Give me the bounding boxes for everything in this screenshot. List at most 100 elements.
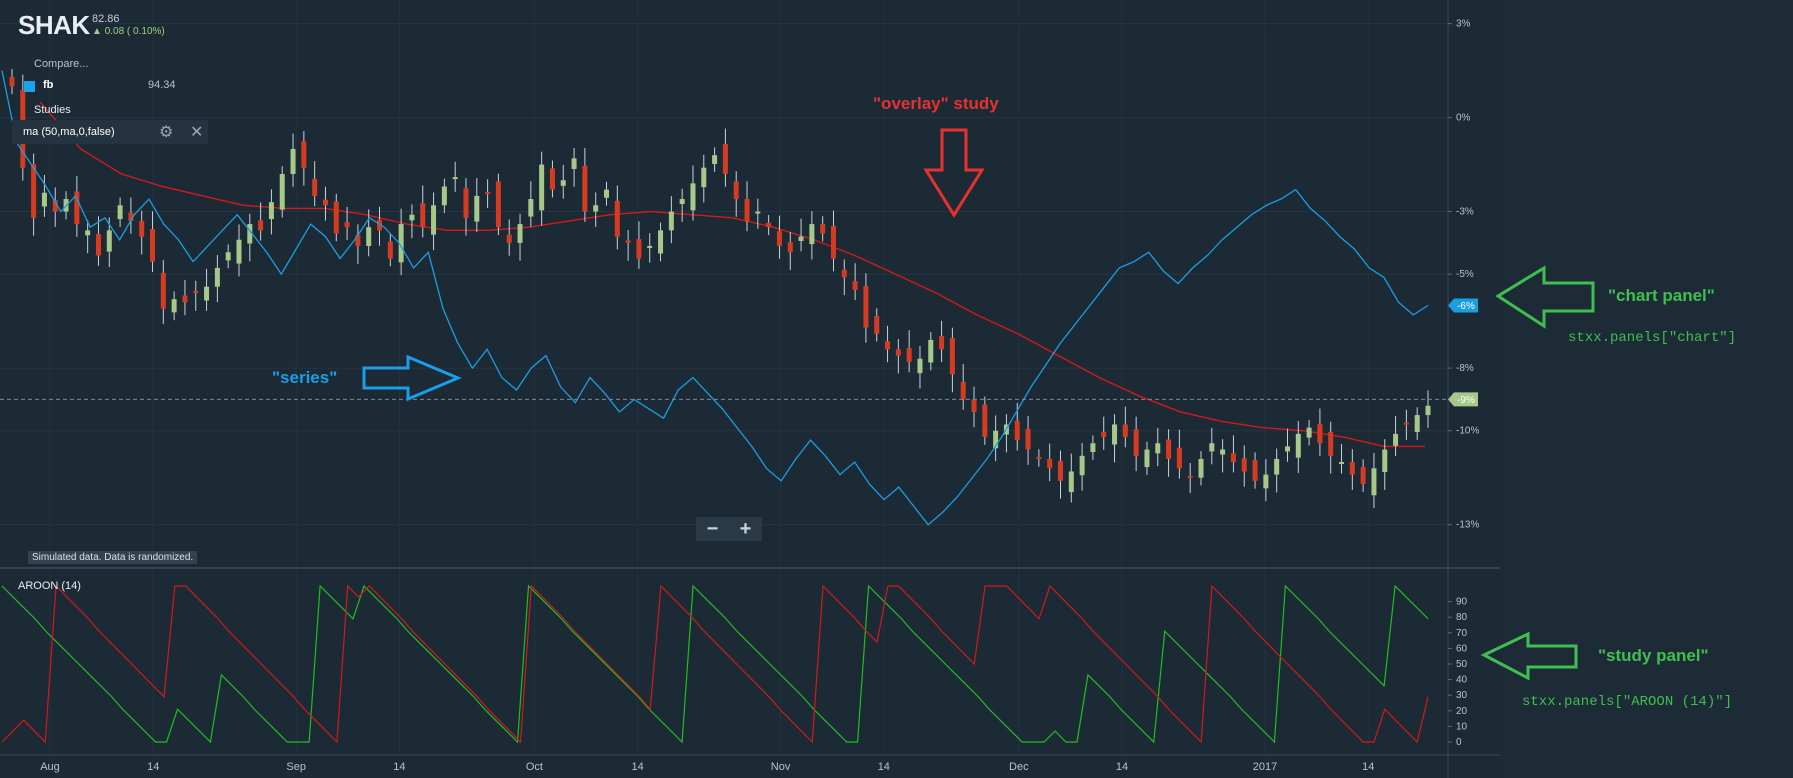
candle-body xyxy=(31,163,37,218)
candle-body xyxy=(701,167,707,188)
study-legend-label: ma (50,ma,0,false) xyxy=(23,126,115,138)
candle-body xyxy=(1241,458,1247,472)
price-tick-label: -3% xyxy=(1456,207,1474,218)
time-tick-label: Aug xyxy=(40,761,60,773)
candle-body xyxy=(1014,420,1020,441)
candle-body xyxy=(171,299,177,313)
chart-panel-code: stxx.panels["chart"] xyxy=(1568,330,1737,346)
time-tick-label: Dec xyxy=(1009,761,1029,773)
candle-body xyxy=(647,245,653,248)
candle-body xyxy=(917,358,923,374)
candle-body xyxy=(939,336,945,350)
candle-body xyxy=(722,143,728,174)
candle-body xyxy=(333,201,339,234)
candle-body xyxy=(1263,474,1269,489)
price-tick-label: -10% xyxy=(1456,426,1479,437)
close-icon[interactable]: ✕ xyxy=(190,122,203,142)
aroon-down-line xyxy=(1,584,1429,744)
candle-body xyxy=(1230,453,1236,463)
candle-body xyxy=(506,234,512,243)
candle-body xyxy=(1403,422,1409,425)
candle-body xyxy=(874,316,880,334)
aroon-panel xyxy=(1,584,1429,744)
time-tick-label: 2017 xyxy=(1253,761,1277,773)
candle-body xyxy=(431,205,437,235)
studies-link[interactable]: Studies xyxy=(34,104,71,116)
candle-body xyxy=(733,181,739,200)
aroon-tick-label: 0 xyxy=(1456,737,1462,748)
candle-body xyxy=(290,148,296,174)
price-tick-label: -8% xyxy=(1456,363,1474,374)
candle-body xyxy=(571,158,577,169)
grid xyxy=(0,0,1448,755)
axes: 3% 0% -3% -5% -8% -10% -13% 90 80 70 60 50 40 30 20 10 0… xyxy=(0,0,1500,778)
series-annotation: "series" xyxy=(272,368,338,387)
candle-body xyxy=(193,291,199,294)
candle-body xyxy=(344,222,350,228)
time-tick-label: Nov xyxy=(771,761,791,773)
candle-body xyxy=(495,181,501,228)
candle-body xyxy=(776,230,782,246)
candle-body xyxy=(1371,468,1377,496)
candle-body xyxy=(1220,449,1226,455)
compare-series-value: 94.34 xyxy=(148,79,176,91)
annotation-arrows xyxy=(362,128,1595,681)
candle-body xyxy=(798,236,804,241)
study-panel-annotation: "study panel" xyxy=(1598,646,1709,665)
zoom-in-button[interactable]: + xyxy=(729,517,762,541)
candle-body xyxy=(841,269,847,278)
candle-body xyxy=(95,234,101,256)
candle-body xyxy=(906,348,912,362)
candle-body xyxy=(214,267,220,287)
time-tick-label: 14 xyxy=(393,761,405,773)
candle-body xyxy=(9,76,15,87)
candle-body xyxy=(712,155,718,164)
candle-body xyxy=(1306,427,1312,438)
candle-body xyxy=(139,220,145,237)
price-tick-label: -13% xyxy=(1456,520,1479,531)
candle-body xyxy=(312,178,318,196)
time-tick-label: 14 xyxy=(1116,761,1128,773)
candle-body xyxy=(528,199,534,217)
candle-body xyxy=(1068,471,1074,493)
candle-body xyxy=(1079,455,1085,476)
candle-body xyxy=(766,222,772,228)
candle-body xyxy=(1339,462,1345,465)
candle-body xyxy=(787,242,793,253)
study-panel-title: AROON (14) xyxy=(18,580,81,592)
candle-body xyxy=(1057,460,1063,481)
candle-body xyxy=(1198,458,1204,478)
candle-body xyxy=(1176,447,1182,469)
candle-body xyxy=(301,141,307,168)
candle-body xyxy=(355,234,361,246)
zoom-out-button[interactable]: − xyxy=(696,517,729,541)
chart-stage: 3% 0% -3% -5% -8% -10% -13% 90 80 70 60 50 40 30 20 10 0… xyxy=(0,0,1793,778)
price-panel xyxy=(0,69,1448,526)
compare-link[interactable]: Compare... xyxy=(34,58,88,70)
candle-body xyxy=(809,224,815,245)
candle-body xyxy=(1090,443,1096,453)
price-callout-label: -9% xyxy=(1457,395,1475,406)
aroon-tick-label: 70 xyxy=(1456,628,1468,639)
aroon-tick-label: 60 xyxy=(1456,643,1468,654)
aroon-tick-label: 40 xyxy=(1456,675,1468,686)
candle-body xyxy=(463,188,469,218)
candle-body xyxy=(106,230,112,252)
candle-body xyxy=(279,173,285,210)
study-legend[interactable]: ma (50,ma,0,false) ⚙ ✕ xyxy=(12,120,208,144)
candle-body xyxy=(204,286,210,301)
candle-body xyxy=(636,239,642,259)
candle-body xyxy=(549,168,555,190)
candle-body xyxy=(1133,429,1139,456)
candle-body xyxy=(1047,458,1053,469)
gear-icon[interactable]: ⚙ xyxy=(159,122,173,142)
candle-body xyxy=(1144,449,1150,468)
zoom-controls: − + xyxy=(696,517,762,541)
time-tick-label: 14 xyxy=(1362,761,1374,773)
compare-series-label[interactable]: fb xyxy=(43,79,53,91)
candle-body xyxy=(485,192,491,195)
series-color-swatch[interactable] xyxy=(24,81,35,92)
candle-body xyxy=(1349,462,1355,475)
price-change: ▲ 0.08 ( 0.10%) xyxy=(92,26,165,37)
simulated-data-note: Simulated data. Data is randomized. xyxy=(28,551,198,564)
